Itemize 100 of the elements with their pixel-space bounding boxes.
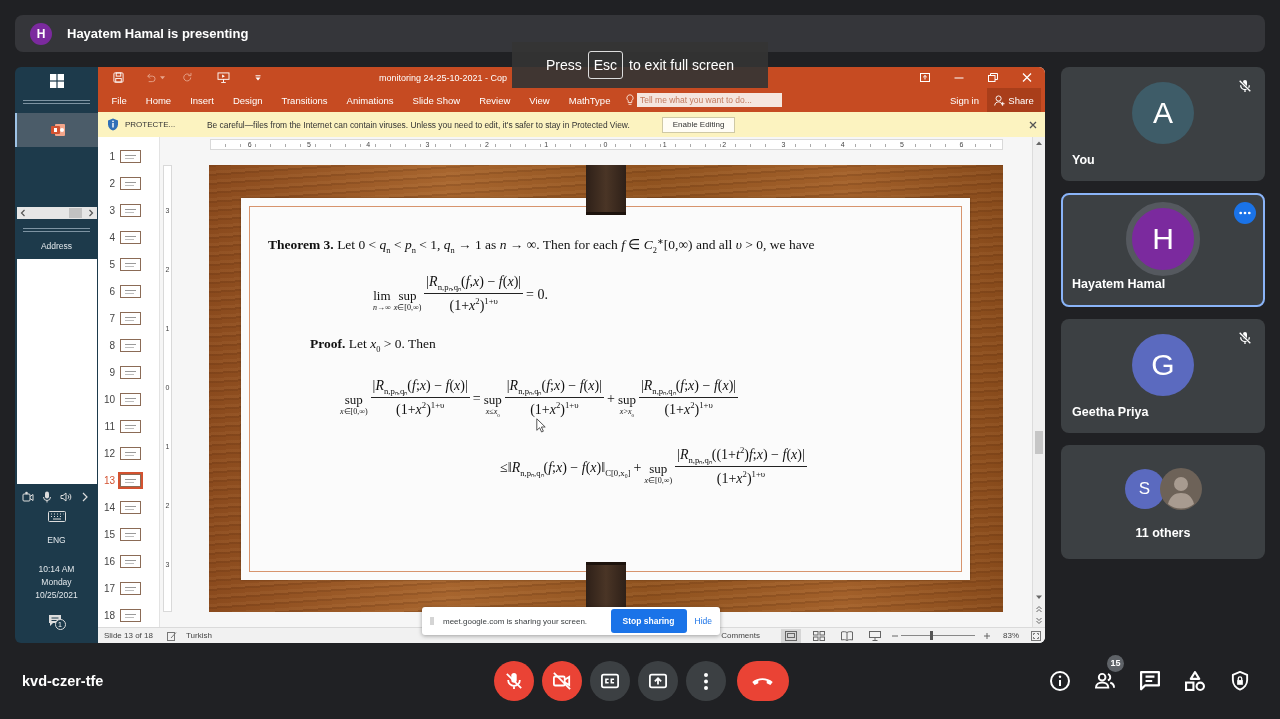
zoom-in-icon[interactable]	[983, 631, 991, 640]
video-call-icon[interactable]	[22, 491, 34, 503]
slide-thumbnail[interactable]	[118, 472, 143, 489]
slide-number: 14	[102, 502, 115, 513]
close-icon[interactable]	[1029, 120, 1037, 129]
zoom-level[interactable]: 83%	[1003, 631, 1019, 640]
stop-sharing-button[interactable]: Stop sharing	[610, 609, 687, 633]
input-language[interactable]: ENG	[47, 535, 66, 545]
slide-thumbnail[interactable]	[120, 393, 141, 406]
math-expression: = 0.	[526, 285, 548, 304]
enable-editing-button[interactable]: Enable Editing	[661, 116, 736, 133]
taskbar-app[interactable]	[15, 113, 98, 147]
ribbon-tab[interactable]: Design	[223, 88, 272, 112]
slide-paragraph: Proof. Let x$_{0}$ > 0. Then	[310, 335, 437, 353]
slide-thumbnail[interactable]	[120, 528, 141, 541]
drag-handle-icon[interactable]	[430, 616, 434, 626]
slide-thumbnail[interactable]	[120, 366, 141, 379]
slide-thumbnail[interactable]	[120, 204, 141, 217]
ribbon-tab[interactable]: Review	[469, 88, 520, 112]
ribbon-tab[interactable]: File	[102, 88, 137, 112]
horizontal-scrollbar[interactable]	[16, 207, 97, 219]
slide-counter: Slide 13 of 18	[104, 631, 153, 640]
operator-subscript: n→∞	[373, 302, 391, 313]
slide-thumbnail[interactable]	[120, 339, 141, 352]
math-operator: sup	[398, 287, 417, 303]
normal-view-button[interactable]	[781, 628, 801, 643]
slide-thumbnail[interactable]	[120, 582, 141, 595]
slide-thumbnail[interactable]	[120, 285, 141, 298]
chevron-left-icon[interactable]	[19, 209, 26, 217]
zoom-slider-thumb[interactable]	[929, 631, 933, 640]
keyboard-icon[interactable]	[47, 511, 66, 522]
microphone-icon[interactable]	[41, 491, 53, 503]
chat-icon	[1140, 671, 1160, 691]
fit-to-window-icon[interactable]	[1031, 630, 1041, 641]
tell-me-search-field[interactable]: Tell me what you want to do...	[636, 93, 782, 107]
comments-button[interactable]: Comments	[721, 631, 760, 640]
meeting-code: kvd-czer-tfe	[22, 673, 105, 689]
present-button[interactable]	[637, 661, 678, 701]
notes-icon[interactable]	[166, 630, 177, 641]
fraction-numerator: |R$_{n,pₙ,qₙ}$(f;x) − f(x)|	[638, 375, 739, 398]
window-title: monitoring 24-25-10-2021 - Cop	[379, 72, 508, 83]
slide-number: 7	[108, 313, 115, 324]
scroll-thumb[interactable]	[68, 208, 82, 218]
slide-thumbnail[interactable]	[120, 231, 141, 244]
more-options-button[interactable]	[1234, 202, 1256, 224]
language-label[interactable]: Turkish	[185, 631, 212, 640]
shield-lock-icon	[1230, 671, 1250, 691]
slide-number: 16	[102, 556, 115, 567]
slide-thumbnail[interactable]	[120, 609, 141, 622]
chevron-right-icon[interactable]	[87, 209, 94, 217]
phone-hang-up-icon	[752, 677, 773, 685]
ribbon-tab[interactable]: Animations	[337, 88, 404, 112]
people-icon	[1095, 671, 1115, 691]
participant-tile[interactable]: H Hayatem Hamal	[1061, 193, 1265, 307]
ribbon-tab[interactable]: View	[519, 88, 560, 112]
slide-thumbnail[interactable]	[120, 258, 141, 271]
hide-link[interactable]: Hide	[692, 616, 714, 626]
leave-button[interactable]	[736, 661, 789, 701]
escape-key-label: Esc	[587, 51, 624, 79]
math-operator: sup	[344, 391, 363, 407]
ribbon-tab[interactable]: Slide Show	[403, 88, 470, 112]
ribbon-tab[interactable]: Transitions	[272, 88, 338, 112]
lightbulb-icon[interactable]	[625, 94, 634, 106]
more-button[interactable]	[685, 661, 726, 701]
sharing-message: meet.google.com is sharing your screen.	[443, 616, 588, 626]
ribbon-display-options-icon[interactable]	[920, 73, 930, 82]
slide-thumbnail[interactable]	[120, 447, 141, 460]
microphone-button[interactable]	[493, 661, 534, 701]
camera-button[interactable]	[541, 661, 582, 701]
slide-number: 15	[102, 529, 115, 540]
captions-button[interactable]	[589, 661, 630, 701]
participant-tile[interactable]: S 11 others	[1061, 445, 1265, 559]
slide-thumbnail[interactable]	[120, 420, 141, 433]
math-expression: +	[606, 389, 615, 408]
math-expression: =	[472, 389, 481, 408]
scroll-thumb[interactable]	[1035, 431, 1043, 454]
slide-thumbnail[interactable]	[120, 501, 141, 514]
slide-thumbnail[interactable]	[120, 555, 141, 568]
ribbon-tab[interactable]: Insert	[180, 88, 224, 112]
hint-text: to exit full screen	[629, 57, 735, 73]
slide-thumbnail[interactable]	[120, 150, 141, 163]
ribbon-tab[interactable]: Home	[136, 88, 181, 112]
presenter-label: Hayatem Hamal is presenting	[67, 26, 249, 41]
slide-number: 17	[102, 583, 115, 594]
slide-thumbnail[interactable]	[120, 312, 141, 325]
slideshow-start-icon[interactable]	[217, 72, 230, 83]
ribbon-tab[interactable]: MathType	[559, 88, 620, 112]
restore-icon[interactable]	[988, 73, 998, 82]
sign-in-link[interactable]: Sign in	[949, 94, 979, 106]
binder-clip	[586, 165, 626, 215]
customize-menu-icon[interactable]	[255, 74, 261, 81]
share-button[interactable]: Share	[987, 88, 1041, 112]
math-operator: sup	[649, 460, 668, 476]
save-icon[interactable]	[113, 72, 124, 83]
windows-logo-icon[interactable]	[49, 74, 64, 88]
participant-tile[interactable]: G Geetha Priya	[1061, 319, 1265, 433]
participant-tile[interactable]: A You	[1061, 67, 1265, 181]
slide-thumbnail[interactable]	[120, 177, 141, 190]
slide-number: 12	[102, 448, 115, 459]
speaker-icon[interactable]	[60, 491, 72, 503]
